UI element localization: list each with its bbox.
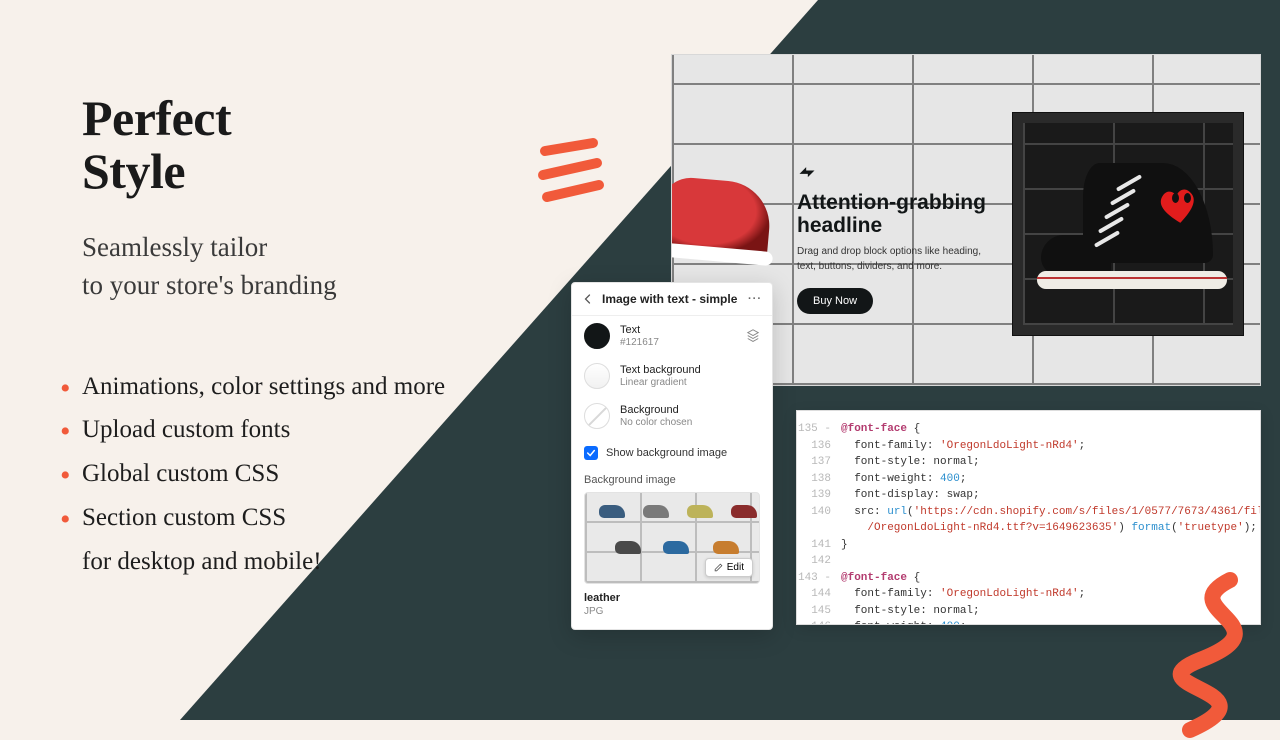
panel-header: Image with text - simple ··· [572, 283, 772, 316]
code-line[interactable]: 139 font-display: swap; [797, 487, 1260, 504]
color-label: Text [620, 324, 659, 337]
edit-image-button[interactable]: Edit [705, 558, 753, 577]
code-line[interactable]: /OregonLdoLight-nRd4.ttf?v=1649623635') … [797, 520, 1260, 537]
pencil-icon [714, 563, 723, 572]
title-line-2: Style [82, 143, 185, 199]
code-content: font-family: 'OregonLdoLight-nRd4'; [841, 586, 1085, 603]
code-content [841, 553, 848, 570]
page-subtitle: Seamlessly tailor to your store's brandi… [82, 229, 542, 305]
list-item: Global custom CSS [82, 452, 542, 496]
checkbox-checked-icon [584, 446, 598, 460]
color-label: Background [620, 404, 692, 417]
image-filetype: JPG [572, 604, 772, 621]
product-image [1012, 112, 1244, 336]
color-row-text-bg[interactable]: Text background Linear gradient [572, 356, 772, 396]
code-content: font-weight: 400; [841, 619, 966, 625]
show-bg-image-toggle[interactable]: Show background image [572, 436, 772, 464]
code-line[interactable]: 142 [797, 553, 1260, 570]
panel-title: Image with text - simple [596, 292, 748, 306]
back-icon[interactable] [582, 293, 596, 305]
layers-icon[interactable] [746, 328, 760, 345]
image-filename: leather [572, 584, 772, 604]
code-content: font-weight: 400; [841, 471, 966, 488]
code-content: } [841, 537, 848, 554]
banner-body-text: Drag and drop block options like heading… [797, 245, 997, 274]
code-content: @font-face { [841, 421, 920, 438]
color-swatch-icon [584, 323, 610, 349]
sneaker-illustration [1041, 163, 1221, 293]
code-content: font-style: normal; [841, 603, 980, 620]
list-item: Upload custom fonts [82, 408, 542, 452]
line-number: 136 [797, 438, 841, 455]
code-line[interactable]: 138 font-weight: 400; [797, 471, 1260, 488]
code-content: font-family: 'OregonLdoLight-nRd4'; [841, 438, 1085, 455]
feature-list: Animations, color settings and more Uplo… [82, 365, 542, 584]
color-row-background[interactable]: Background No color chosen [572, 396, 772, 436]
marketing-copy: Perfect Style Seamlessly tailor to your … [82, 92, 542, 583]
more-options-icon[interactable]: ··· [748, 293, 762, 305]
brush-accent-icon [533, 133, 613, 213]
code-content: font-style: normal; [841, 454, 980, 471]
line-number: 139 [797, 487, 841, 504]
color-swatch-icon [584, 363, 610, 389]
code-content: src: url('https://cdn.shopify.com/s/file… [841, 504, 1261, 521]
code-line[interactable]: 140 src: url('https://cdn.shopify.com/s/… [797, 504, 1260, 521]
code-content: /OregonLdoLight-nRd4.ttf?v=1649623635') … [841, 520, 1257, 537]
color-value: No color chosen [620, 417, 692, 428]
checkbox-label: Show background image [606, 447, 727, 459]
line-number: 144 [797, 586, 841, 603]
banner-headline: Attention-grabbing headline [797, 191, 997, 237]
line-number: 140 [797, 504, 841, 521]
line-number: 135 - [797, 421, 841, 438]
page-title: Perfect Style [82, 92, 542, 197]
list-item: Animations, color settings and more [82, 365, 542, 409]
list-item: Section custom CSS for desktop and mobil… [82, 496, 542, 584]
color-value: #121617 [620, 337, 659, 348]
background-image-thumbnail[interactable]: Edit [584, 492, 760, 584]
line-number: 142 [797, 553, 841, 570]
color-label: Text background [620, 364, 701, 377]
squiggle-accent-icon [1140, 570, 1280, 740]
code-content: font-display: swap; [841, 487, 980, 504]
code-line[interactable]: 141} [797, 537, 1260, 554]
line-number: 141 [797, 537, 841, 554]
color-row-text[interactable]: Text #121617 [572, 316, 772, 356]
banner-text-block: Attention-grabbing headline Drag and dro… [797, 163, 997, 314]
code-content: @font-face { [841, 570, 920, 587]
line-number: 137 [797, 454, 841, 471]
bg-image-label: Background image [572, 464, 772, 492]
line-number [797, 520, 841, 537]
color-value: Linear gradient [620, 377, 701, 388]
line-number: 145 [797, 603, 841, 620]
code-line[interactable]: 135 -@font-face { [797, 421, 1260, 438]
style-settings-panel: Image with text - simple ··· Text #12161… [571, 282, 773, 630]
code-line[interactable]: 136 font-family: 'OregonLdoLight-nRd4'; [797, 438, 1260, 455]
line-number: 146 [797, 619, 841, 625]
line-number: 138 [797, 471, 841, 488]
color-swatch-icon [584, 403, 610, 429]
brand-logo-icon [797, 163, 817, 183]
buy-now-button[interactable]: Buy Now [797, 288, 873, 314]
line-number: 143 - [797, 570, 841, 587]
code-line[interactable]: 137 font-style: normal; [797, 454, 1260, 471]
title-line-1: Perfect [82, 90, 231, 146]
